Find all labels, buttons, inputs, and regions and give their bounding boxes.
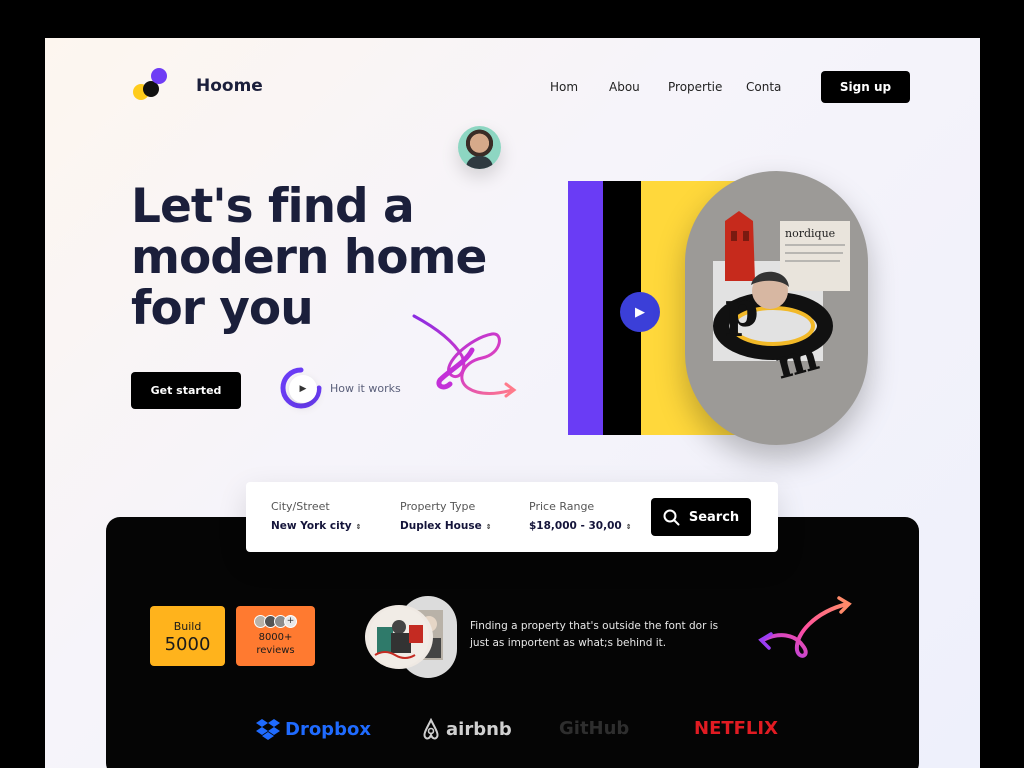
property-type-label: Property Type — [400, 500, 476, 513]
curly-arrow-icon — [758, 596, 852, 658]
collage-image: nordique p m — [685, 171, 868, 445]
dropbox-icon — [256, 719, 280, 740]
video-play-button[interactable]: ▶ — [620, 292, 660, 332]
price-range-field[interactable]: Price Range $18,000 - 30,00 ⇕ — [529, 500, 632, 532]
airbnb-logo: airbnb — [421, 718, 512, 740]
svg-text:nordique: nordique — [785, 227, 835, 240]
landing-page: Hoome Hom Abou Propertie Conta Sign up L… — [45, 38, 980, 768]
chevron-updown-icon: ⇕ — [625, 523, 632, 531]
how-it-works-link[interactable]: ▶ How it works — [279, 366, 419, 414]
logo-dot-purple — [151, 68, 167, 84]
nav-item-contact[interactable]: Conta — [746, 80, 781, 94]
price-range-value[interactable]: $18,000 - 30,00 ⇕ — [529, 520, 632, 532]
play-icon[interactable]: ▶ — [289, 375, 317, 403]
build-stat-label: Build — [173, 620, 202, 633]
brand-name[interactable]: Hoome — [196, 76, 263, 96]
reviews-stat-card: + 8000+ reviews — [236, 606, 315, 666]
reviews-stat-value: 8000+ reviews — [256, 632, 295, 656]
search-button[interactable]: Search — [651, 498, 751, 536]
nav-item-properties[interactable]: Propertie — [668, 80, 746, 94]
partner-logos: Dropbox airbnb GitHub NETFLIX — [45, 718, 980, 748]
chevron-updown-icon: ⇕ — [485, 523, 492, 531]
collage-illustration: nordique p m — [713, 211, 850, 389]
dropbox-logo: Dropbox — [256, 718, 371, 740]
city-field-value[interactable]: New York city ⇕ — [271, 520, 362, 532]
build-stat-value: 5000 — [164, 634, 211, 655]
reviewer-avatars: + — [236, 615, 315, 628]
nav-item-about[interactable]: Abou — [609, 80, 668, 94]
avatar — [458, 126, 501, 169]
property-type-field[interactable]: Property Type Duplex House ⇕ — [400, 500, 492, 532]
city-field[interactable]: City/Street New York city ⇕ — [271, 500, 362, 532]
netflix-logo: NETFLIX — [694, 718, 778, 739]
svg-text:p: p — [725, 282, 759, 338]
avatar-shirt — [466, 156, 493, 169]
brand-logo[interactable] — [133, 66, 173, 102]
scribble-arrow-icon — [412, 314, 517, 398]
hero-title-line-1: Let's find a — [131, 179, 415, 234]
hero-title-line-2: modern home — [131, 230, 487, 285]
property-search-bar: City/Street New York city ⇕ Property Type… — [246, 482, 778, 552]
price-range-label: Price Range — [529, 500, 595, 513]
chevron-updown-icon: ⇕ — [355, 523, 362, 531]
property-type-value[interactable]: Duplex House ⇕ — [400, 520, 492, 532]
get-started-button[interactable]: Get started — [131, 372, 241, 409]
search-button-label: Search — [688, 509, 740, 525]
quote-text: Finding a property that's outside the fo… — [470, 620, 719, 649]
airbnb-icon — [423, 718, 439, 740]
github-logo: GitHub — [559, 718, 630, 739]
signup-button[interactable]: Sign up — [821, 71, 910, 103]
main-nav: Hom Abou Propertie Conta — [550, 80, 781, 94]
search-icon — [663, 509, 680, 525]
plus-icon: + — [284, 615, 297, 628]
how-it-works-label: How it works — [330, 382, 401, 395]
collage-thumb-1-art — [369, 607, 429, 667]
media-stripe-purple — [568, 181, 604, 435]
build-stat-card: Build 5000 — [150, 606, 225, 666]
nav-item-home[interactable]: Hom — [550, 80, 609, 94]
city-field-label: City/Street — [271, 500, 330, 513]
collage-thumb-1 — [365, 605, 433, 669]
